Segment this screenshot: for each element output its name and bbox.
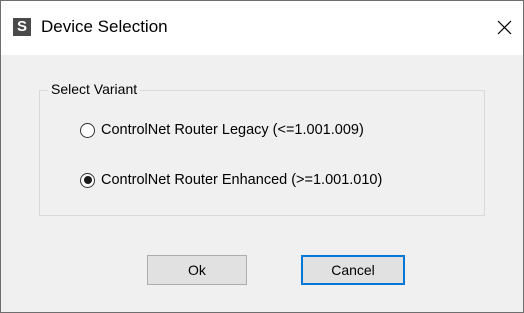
cancel-button[interactable]: Cancel xyxy=(301,255,405,285)
ok-button[interactable]: Ok xyxy=(147,255,247,285)
device-selection-dialog: S Device Selection Select Variant Contro… xyxy=(0,0,524,313)
radio-button[interactable] xyxy=(80,122,95,138)
radio-button-selected[interactable] xyxy=(80,172,95,188)
select-variant-group: Select Variant ControlNet Router Legacy … xyxy=(39,81,485,216)
radio-option-enhanced[interactable]: ControlNet Router Enhanced (>=1.001.010) xyxy=(80,172,382,188)
window-title: Device Selection xyxy=(41,17,168,36)
radio-option-legacy[interactable]: ControlNet Router Legacy (<=1.001.009) xyxy=(80,122,364,138)
radio-selected-dot xyxy=(83,176,92,184)
radio-label[interactable]: ControlNet Router Legacy (<=1.001.009) xyxy=(101,122,364,138)
close-icon xyxy=(497,20,511,34)
title-bar[interactable]: S Device Selection xyxy=(1,1,523,55)
radio-label[interactable]: ControlNet Router Enhanced (>=1.001.010) xyxy=(101,172,382,188)
close-button[interactable] xyxy=(485,9,523,45)
app-logo-icon: S xyxy=(13,18,31,36)
group-legend: Select Variant xyxy=(48,81,141,97)
